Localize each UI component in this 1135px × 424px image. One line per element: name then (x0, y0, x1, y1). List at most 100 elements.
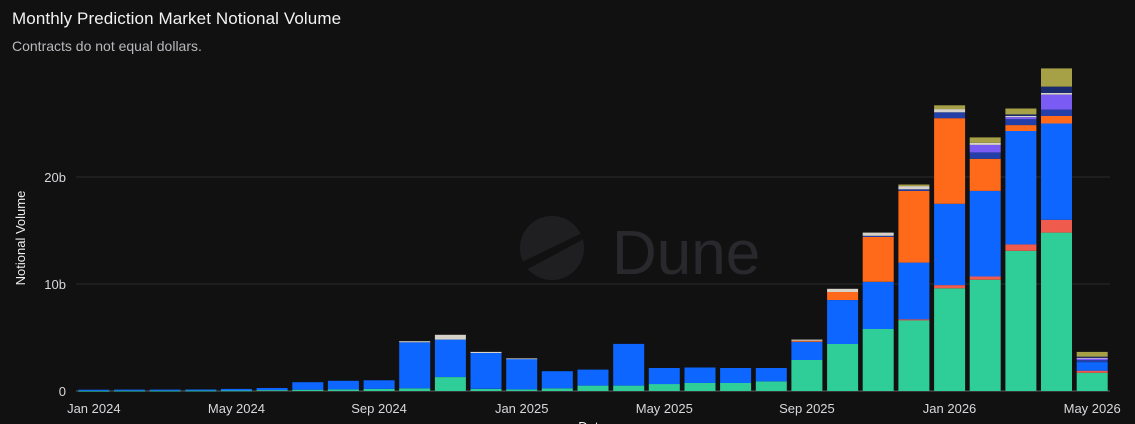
bar-segment (1076, 351, 1108, 357)
bar-segment (898, 190, 930, 263)
bar-segment (363, 380, 395, 389)
bar-segment (1076, 362, 1108, 371)
bar-segment (934, 203, 966, 286)
bar-segment (969, 276, 1001, 280)
bar-segment (1076, 356, 1108, 358)
bar-segment (1005, 108, 1037, 115)
bar-segment (755, 381, 787, 391)
bar-segment (1005, 125, 1037, 131)
bar-segment (1076, 358, 1108, 360)
bar-segment (114, 389, 145, 391)
bar-segment (399, 342, 431, 389)
x-axis-label: Date (578, 419, 605, 424)
bar-segment (934, 288, 966, 391)
bar-segment (613, 385, 645, 391)
chart-panel: 0 10b 20b Dune Jan 2024 May 2024 Sep 2024 Jan 2… (0, 0, 1135, 424)
bar-segment (648, 384, 680, 391)
x-tick-label: Jan 2024 (67, 401, 121, 416)
bar-segment (969, 279, 1001, 391)
bar-segment (434, 339, 466, 377)
bar-segment (648, 368, 680, 385)
chart-subtitle: Contracts do not equal dollars. (12, 38, 202, 54)
x-tick-label: Sep 2024 (351, 401, 407, 416)
bar-segment (114, 390, 145, 392)
bar-segment (220, 390, 252, 392)
bar-segment (898, 262, 930, 320)
bar-segment (363, 388, 395, 391)
bar-segment (1005, 250, 1037, 391)
bar-segment (577, 385, 609, 391)
bar-segment (541, 371, 573, 389)
bar-segment (898, 319, 930, 321)
x-tick-label: Jan 2026 (923, 401, 977, 416)
bar-segment (470, 351, 502, 353)
bar-segment (149, 390, 181, 392)
x-tick-label: Sep 2025 (779, 401, 835, 416)
y-axis-label: Notional Volume (13, 191, 28, 286)
bar-segment (898, 186, 930, 190)
watermark-text: Dune (612, 219, 760, 288)
bar-segment (434, 377, 466, 391)
bar-segment (898, 189, 930, 191)
bar-segment (862, 281, 894, 329)
y-tick-label: 10b (44, 277, 66, 292)
bar-segment (755, 368, 787, 382)
bar-segment (1041, 109, 1072, 116)
x-tick-label: May 2024 (208, 401, 265, 416)
bar-segment (791, 360, 823, 391)
bar-segment (720, 383, 752, 391)
bar-segment (969, 142, 1001, 145)
bar-segment (1041, 68, 1072, 87)
bar-segment (827, 300, 859, 344)
bar-segment (506, 389, 538, 391)
chart-title: Monthly Prediction Market Notional Volum… (12, 9, 342, 28)
bar-segment (898, 184, 930, 187)
x-tick-label: Jan 2025 (495, 401, 549, 416)
bar-segment (827, 292, 859, 300)
bar-segment (220, 388, 252, 391)
bar-segment (1076, 360, 1108, 363)
bar-segment (292, 389, 324, 391)
bar-segment (862, 235, 894, 237)
x-tick-label: May 2026 (1064, 401, 1121, 416)
bar-segment (292, 382, 324, 390)
bar-segment (1041, 123, 1072, 220)
bar-segment (1041, 219, 1072, 233)
bar-segment (1005, 119, 1037, 126)
bar-segment (1005, 116, 1037, 118)
bar-segment (327, 380, 359, 390)
bar-segment (969, 158, 1001, 191)
bar-segment (1041, 116, 1072, 124)
bar-segment (506, 358, 538, 390)
bar-segment (577, 369, 609, 386)
bar-segment (149, 389, 181, 391)
bar-segment (1076, 357, 1108, 359)
bar-segment (791, 339, 823, 341)
bar-segment (470, 353, 502, 389)
bar-segment (78, 389, 110, 391)
y-tick-label: 20b (44, 170, 66, 185)
bar-segment (969, 152, 1001, 159)
bar-segment (684, 383, 716, 391)
bar-segment (399, 388, 431, 391)
bar-segment (1041, 94, 1072, 110)
bar-segment (1005, 131, 1037, 245)
bar-segment (791, 340, 823, 342)
bar-segment (256, 388, 288, 391)
bar-segment (862, 236, 894, 282)
bar-segment (541, 388, 573, 391)
bar-segment (327, 389, 359, 391)
bar-segment (434, 334, 466, 340)
bar-segment (1076, 372, 1108, 391)
bar-segment (470, 388, 502, 391)
bar-segment (934, 105, 966, 109)
bar-segment (827, 343, 859, 391)
bar-segment (934, 118, 966, 204)
bar-segment (256, 390, 288, 391)
bar-segment (898, 320, 930, 391)
bar-segment (185, 390, 217, 392)
bar-segment (613, 343, 645, 386)
bar-segment (934, 112, 966, 119)
bar-segment (78, 390, 110, 392)
y-tick-label: 0 (59, 384, 66, 399)
